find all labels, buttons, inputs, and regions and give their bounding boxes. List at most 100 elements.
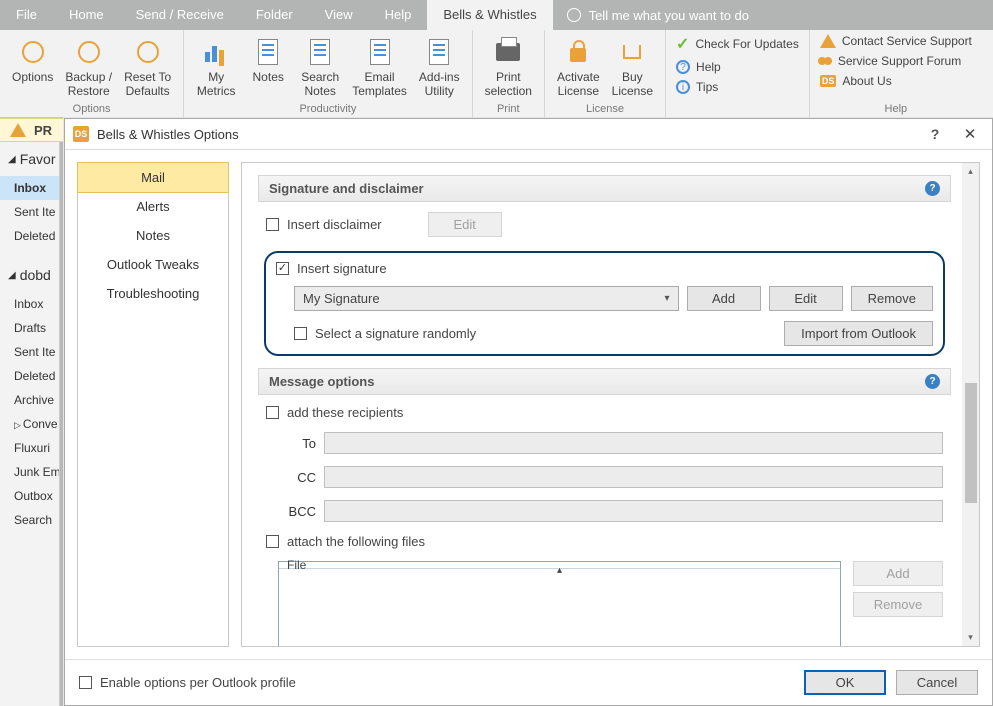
to-field[interactable] [324,432,943,454]
forum-button[interactable]: Service Support Forum [814,52,978,70]
tell-me[interactable]: Tell me what you want to do [553,8,763,23]
file-grid[interactable]: File ▴ [278,561,841,647]
nav-deleted-2[interactable]: Deleted [0,364,59,388]
nav-sent[interactable]: Sent Ite [0,200,59,224]
cart-icon [623,45,641,59]
help-icon[interactable]: ? [925,374,940,389]
menu-help[interactable]: Help [369,0,428,30]
nav-sent-2[interactable]: Sent Ite [0,340,59,364]
sig-section-header: Signature and disclaimer ? [258,175,951,202]
cc-field[interactable] [324,466,943,488]
scrollbar[interactable]: ▴ ▾ [962,163,979,646]
scroll-up[interactable]: ▴ [962,163,979,180]
insert-signature-checkbox[interactable] [276,262,289,275]
edit-sig-button[interactable]: Edit [769,286,843,311]
group-productivity-label: Productivity [184,103,471,117]
file-column-header[interactable]: File ▴ [279,562,840,569]
dialog-footer: Enable options per Outlook profile OK Ca… [65,659,992,705]
activate-button[interactable]: Activate License [551,34,606,100]
add-recipients-label: add these recipients [287,405,403,420]
support-label: Contact Service Support [842,34,972,48]
addins-label: Add-ins Utility [419,70,460,98]
nav-drafts[interactable]: Drafts [0,316,59,340]
support-button[interactable]: Contact Service Support [814,32,978,50]
scroll-thumb[interactable] [965,383,977,503]
attach-files-label: attach the following files [287,534,425,549]
close-button[interactable]: ✕ [950,120,990,148]
add-recipients-checkbox[interactable] [266,406,279,419]
cat-tweaks[interactable]: Outlook Tweaks [78,250,228,279]
remove-sig-button[interactable]: Remove [851,286,933,311]
activate-label: Activate License [557,70,600,98]
buy-label: Buy License [612,70,653,98]
menu-file[interactable]: File [0,0,53,30]
remove-file-button: Remove [853,592,943,617]
bcc-field[interactable] [324,500,943,522]
signature-select[interactable]: My Signature ▾ [294,286,679,311]
enable-profile-checkbox[interactable] [79,676,92,689]
menu-view[interactable]: View [309,0,369,30]
category-list: Mail Alerts Notes Outlook Tweaks Trouble… [77,162,229,647]
signature-selected: My Signature [303,291,380,306]
check-updates-button[interactable]: ✓Check For Updates [670,32,805,56]
notes-label: Notes [253,70,284,84]
cancel-button[interactable]: Cancel [896,670,978,695]
ribbon: Options Backup / Restore Reset To Defaul… [0,30,993,118]
cat-notes[interactable]: Notes [78,221,228,250]
help-icon[interactable]: ? [925,181,940,196]
signature-group: Insert signature My Signature ▾ Add Edit… [264,251,945,356]
tips-button[interactable]: iTips [670,78,805,96]
favorites-header[interactable]: ◢Favor [0,142,59,176]
collapse-icon: ◢ [8,270,16,281]
menu-folder[interactable]: Folder [240,0,309,30]
account-label: dobd [20,267,51,283]
print-button[interactable]: Print selection [479,34,538,100]
file-col-label: File [287,558,306,572]
about-button[interactable]: DSAbout Us [814,72,978,90]
notes-button[interactable]: Notes [242,34,294,86]
import-outlook-button[interactable]: Import from Outlook [784,321,933,346]
nav-archive[interactable]: Archive [0,388,59,412]
cat-trouble[interactable]: Troubleshooting [78,279,228,308]
cat-mail[interactable]: Mail [77,162,229,193]
nav-search[interactable]: Search [0,508,59,532]
backup-button[interactable]: Backup / Restore [59,34,118,100]
menu-bells[interactable]: Bells & Whistles [427,0,552,30]
search-notes-button[interactable]: Search Notes [294,34,346,100]
check-icon: ✓ [676,34,689,54]
nav-inbox[interactable]: Inbox [0,176,59,200]
random-sig-label: Select a signature randomly [315,326,476,341]
insert-disclaimer-checkbox[interactable] [266,218,279,231]
nav-conv[interactable]: ▷Conve [0,412,59,436]
tell-me-label: Tell me what you want to do [589,8,749,23]
reset-button[interactable]: Reset To Defaults [118,34,177,100]
cat-alerts[interactable]: Alerts [78,192,228,221]
help-button[interactable]: ?Help [670,58,805,76]
ok-button[interactable]: OK [804,670,886,695]
help-button[interactable]: ? [920,120,950,148]
random-sig-checkbox[interactable] [294,327,307,340]
msgopt-header-label: Message options [269,374,374,389]
attach-files-checkbox[interactable] [266,535,279,548]
metrics-button[interactable]: My Metrics [190,34,242,100]
templates-label: Email Templates [352,70,407,98]
nav-deleted[interactable]: Deleted [0,224,59,248]
people-icon [820,57,832,65]
nav-outbox[interactable]: Outbox [0,484,59,508]
addins-button[interactable]: Add-ins Utility [413,34,466,100]
gear-icon [78,41,100,63]
nav-inbox-2[interactable]: Inbox [0,292,59,316]
nav-junk[interactable]: Junk Em [0,460,59,484]
add-sig-button[interactable]: Add [687,286,761,311]
nav-flux[interactable]: Fluxuri [0,436,59,460]
warning-icon [10,123,26,137]
menu-send[interactable]: Send / Receive [120,0,240,30]
options-button[interactable]: Options [6,34,59,86]
account-header[interactable]: ◢ dobd [0,258,59,292]
templates-button[interactable]: Email Templates [346,34,413,100]
templates-icon [370,39,390,65]
menu-home[interactable]: Home [53,0,120,30]
scroll-down[interactable]: ▾ [962,629,979,646]
notes-icon [258,39,278,65]
buy-button[interactable]: Buy License [606,34,659,100]
